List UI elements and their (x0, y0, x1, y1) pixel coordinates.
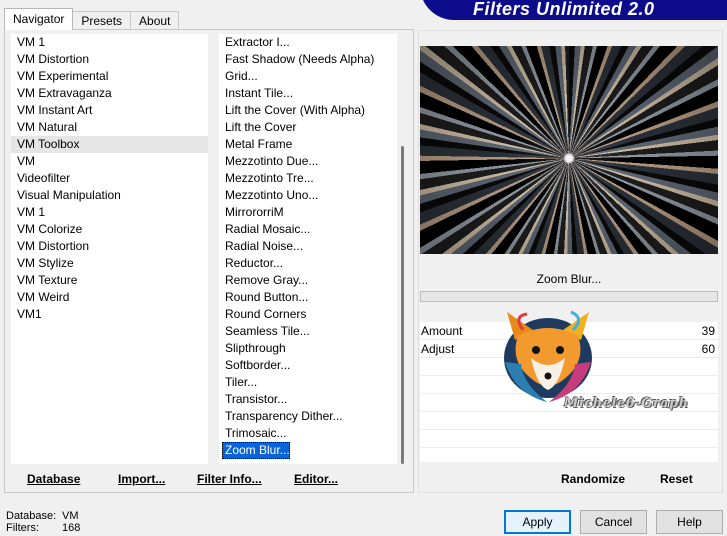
filter-list-item[interactable]: Grid... (219, 68, 397, 85)
tab-bar: Navigator Presets About (4, 8, 180, 30)
cancel-button[interactable]: Cancel (580, 510, 647, 534)
category-list-item[interactable]: VM Extravaganza (11, 85, 208, 102)
param-label: Adjust (421, 342, 455, 356)
filter-list-item[interactable]: MirrororriM (219, 204, 397, 221)
filter-list-item[interactable]: Softborder... (219, 357, 397, 374)
param-row-empty (420, 430, 718, 448)
filter-list-item[interactable]: Transistor... (219, 391, 397, 408)
filter-list-item[interactable]: Fast Shadow (Needs Alpha) (219, 51, 397, 68)
category-list-item[interactable]: VM (11, 153, 208, 170)
reset-button[interactable]: Reset (660, 472, 693, 486)
category-list-item[interactable]: VM Colorize (11, 221, 208, 238)
filter-list-item[interactable]: Seamless Tile... (219, 323, 397, 340)
status-database: Database: VM (6, 510, 79, 522)
database-button[interactable]: Database (27, 472, 80, 486)
progress-bar (420, 291, 718, 302)
category-list-item[interactable]: VM Weird (11, 289, 208, 306)
filter-list-item[interactable]: Mezzotinto Due... (219, 153, 397, 170)
filter-list[interactable]: Extractor I... Fast Shadow (Needs Alpha) G… (219, 34, 397, 464)
category-list-item[interactable]: VM Distortion (11, 238, 208, 255)
category-list-item[interactable]: VM Texture (11, 272, 208, 289)
category-list-item[interactable]: VM1 (11, 306, 208, 323)
category-list-item[interactable]: VM Experimental (11, 68, 208, 85)
category-list-item[interactable]: VM 1 (11, 34, 208, 51)
filter-list-item[interactable]: Round Button... (219, 289, 397, 306)
status-filters-value: 168 (62, 522, 81, 534)
filter-list-scrollbar[interactable] (397, 34, 409, 464)
filter-list-item[interactable]: Transparency Dither... (219, 408, 397, 425)
category-list-item[interactable]: VM Distortion (11, 51, 208, 68)
status-filters-label: Filters: (6, 522, 39, 534)
fox-logo-icon (504, 310, 592, 402)
status-filters: Filters: 168 (6, 522, 80, 534)
app-title: Filters Unlimited 2.0 (473, 0, 655, 19)
filter-list-item[interactable]: Zoom Blur... (222, 442, 290, 459)
tab-presets[interactable]: Presets (72, 11, 132, 30)
preview-shading (420, 46, 718, 254)
help-button[interactable]: Help (656, 510, 723, 534)
apply-button[interactable]: Apply (504, 510, 571, 534)
filter-list-item[interactable]: Lift the Cover (219, 119, 397, 136)
scrollbar-thumb[interactable] (401, 146, 404, 464)
filter-list-item[interactable]: Extractor I... (219, 34, 397, 51)
param-value[interactable]: 39 (702, 322, 715, 340)
filter-list-item[interactable]: Round Corners (219, 306, 397, 323)
category-list-item[interactable]: VM Instant Art (11, 102, 208, 119)
tab-navigator[interactable]: Navigator (4, 8, 74, 30)
filter-info-button[interactable]: Filter Info... (197, 472, 262, 486)
filter-list-item[interactable]: Lift the Cover (With Alpha) (219, 102, 397, 119)
selected-filter-name: Zoom Blur... (536, 272, 602, 286)
filter-list-item[interactable]: Remove Gray... (219, 272, 397, 289)
category-list[interactable]: VM 1 VM Distortion VM Experimental VM Extra… (11, 34, 208, 464)
category-list-item[interactable]: VM Toolbox (11, 136, 208, 153)
filter-list-item[interactable]: Radial Mosaic... (219, 221, 397, 238)
import-button[interactable]: Import... (118, 472, 165, 486)
filter-list-item[interactable]: Trimosaic... (219, 425, 397, 442)
filter-list-item[interactable]: Instant Tile... (219, 85, 397, 102)
category-list-item[interactable]: Visual Manipulation (11, 187, 208, 204)
filter-list-item[interactable]: Mezzotinto Uno... (219, 187, 397, 204)
editor-button[interactable]: Editor... (294, 472, 338, 486)
category-list-item[interactable]: VM Stylize (11, 255, 208, 272)
preview-image (420, 46, 718, 254)
category-list-item[interactable]: VM 1 (11, 204, 208, 221)
filter-list-item[interactable]: Slipthrough (219, 340, 397, 357)
param-label: Amount (421, 324, 463, 338)
status-database-label: Database: (6, 510, 57, 522)
param-value[interactable]: 60 (702, 340, 715, 358)
filter-list-item[interactable]: Mezzotinto Tre... (219, 170, 397, 187)
filter-list-item[interactable]: Metal Frame (219, 136, 397, 153)
param-row-empty (420, 412, 718, 430)
watermark-signature: Michele6-Graph (564, 396, 689, 411)
category-list-item[interactable]: VM Natural (11, 119, 208, 136)
status-database-value: VM (62, 510, 79, 522)
randomize-button[interactable]: Randomize (561, 472, 625, 486)
filter-list-item[interactable]: Reductor... (219, 255, 397, 272)
filter-list-item[interactable]: Radial Noise... (219, 238, 397, 255)
filter-list-item[interactable]: Tiler... (219, 374, 397, 391)
category-list-item[interactable]: Videofilter (11, 170, 208, 187)
tab-about[interactable]: About (130, 11, 180, 30)
